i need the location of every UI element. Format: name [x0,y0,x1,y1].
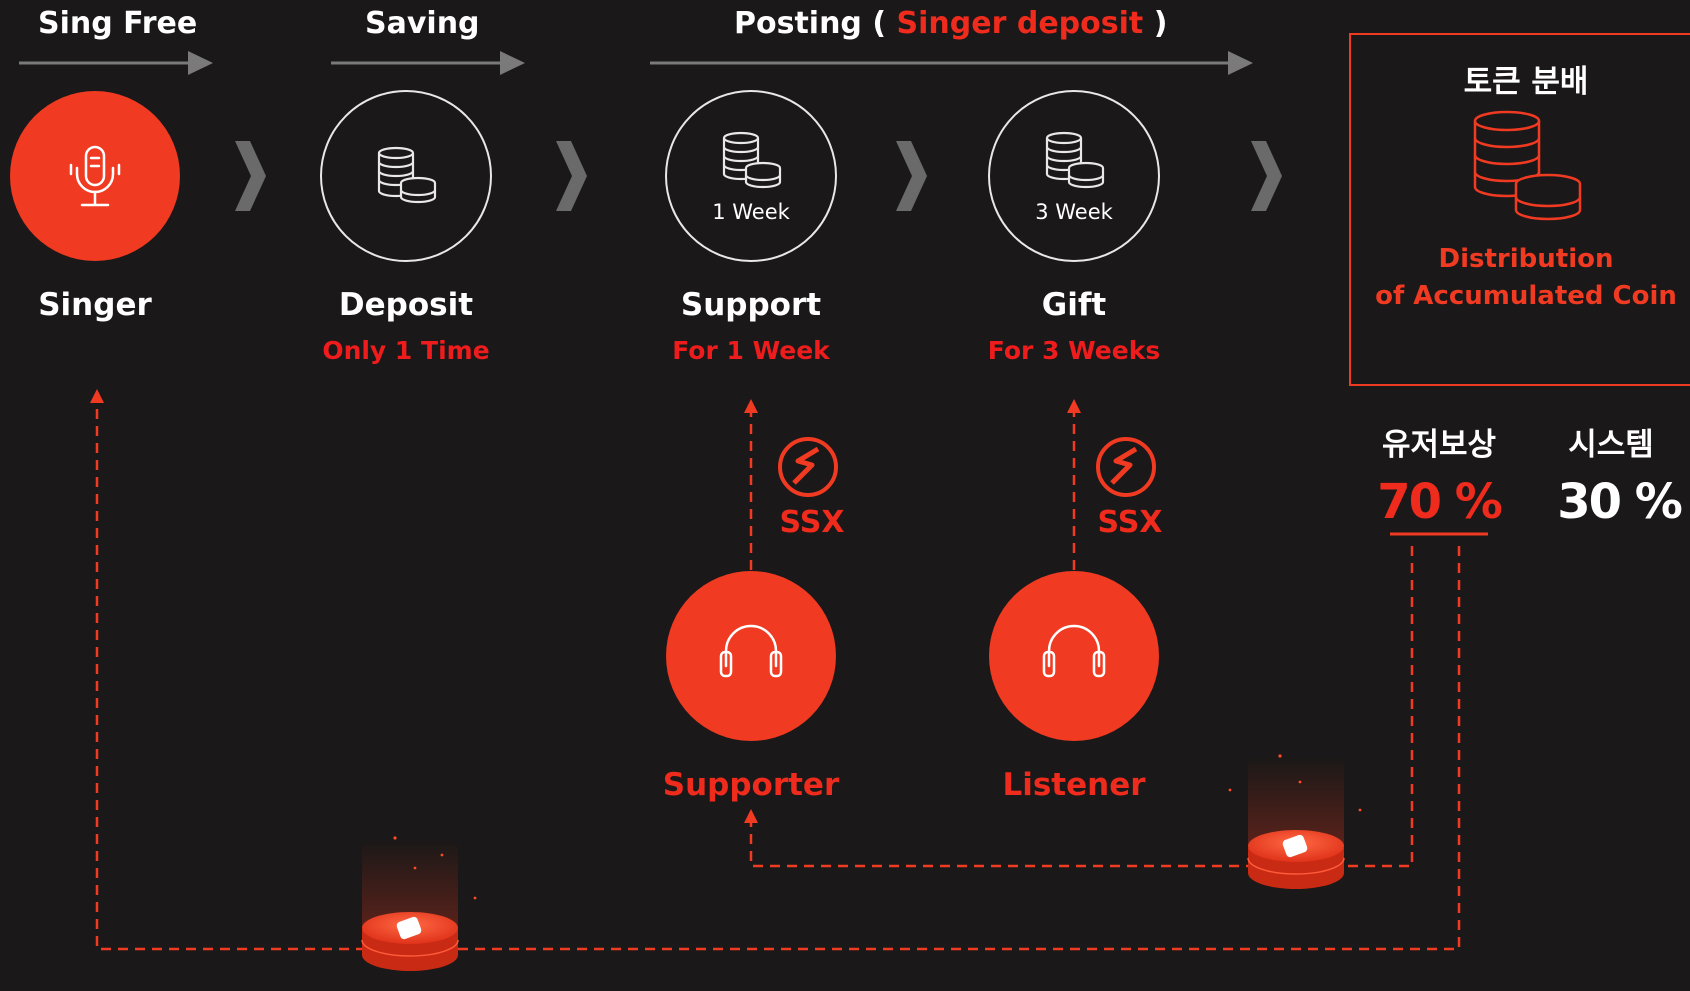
user-reward-label: 유저보상 [1381,427,1497,463]
dashed-arrowheads [90,389,1081,823]
deposit-sub: Only 1 Time [322,336,490,365]
chevron-right-icon [235,141,266,211]
gift-node [988,90,1160,262]
singer-node [10,91,180,261]
header-posting: Posting ( Singer deposit ) [734,6,1167,41]
coins-stack-icon [1473,110,1582,221]
coins-icon [722,131,782,189]
ssx-token-icon [1096,437,1156,497]
header-posting-close: ) [1153,6,1168,41]
header-posting-label: Posting ( [734,6,887,41]
deposit-node [320,90,492,262]
distribution-line2: of Accumulated Coin [1375,281,1677,311]
coin-stack-icon [1228,754,1362,889]
coins-icon [1045,131,1105,189]
support-inner-label: 1 Week [712,200,790,224]
supporter-label: Supporter [662,767,840,803]
deposit-label: Deposit [338,287,474,323]
support-label: Support [680,287,822,323]
system-label: 시스템 [1568,427,1654,463]
chevron-right-icon [1251,141,1282,211]
gift-sub: For 3 Weeks [987,336,1161,365]
user-reward-pct: 70 % [1377,474,1503,530]
listener-node [989,571,1159,741]
support-sub: For 1 Week [672,336,830,365]
coins-icon [377,146,437,204]
gift-label: Gift [1041,287,1107,323]
header-singer-deposit: Singer deposit [896,6,1144,41]
header-saving: Saving [365,6,480,41]
chevron-right-icon [896,141,927,211]
ssx-token-icon [778,437,838,497]
ssx-label-listener: SSX [1097,505,1163,540]
header-arrows [19,51,1253,75]
gift-inner-label: 3 Week [1035,200,1113,224]
singer-label: Singer [38,287,152,323]
coin-stack-icon [361,836,477,971]
system-pct: 30 % [1557,474,1683,530]
header-sing-free: Sing Free [38,6,198,41]
distribution-line1: Distribution [1438,244,1614,274]
chevron-right-icon [556,141,587,211]
listener-label: Listener [1002,767,1146,803]
distribution-title: 토큰 분배 [1463,64,1589,100]
support-node [665,90,837,262]
ssx-label-supporter: SSX [779,505,845,540]
supporter-node [666,571,836,741]
